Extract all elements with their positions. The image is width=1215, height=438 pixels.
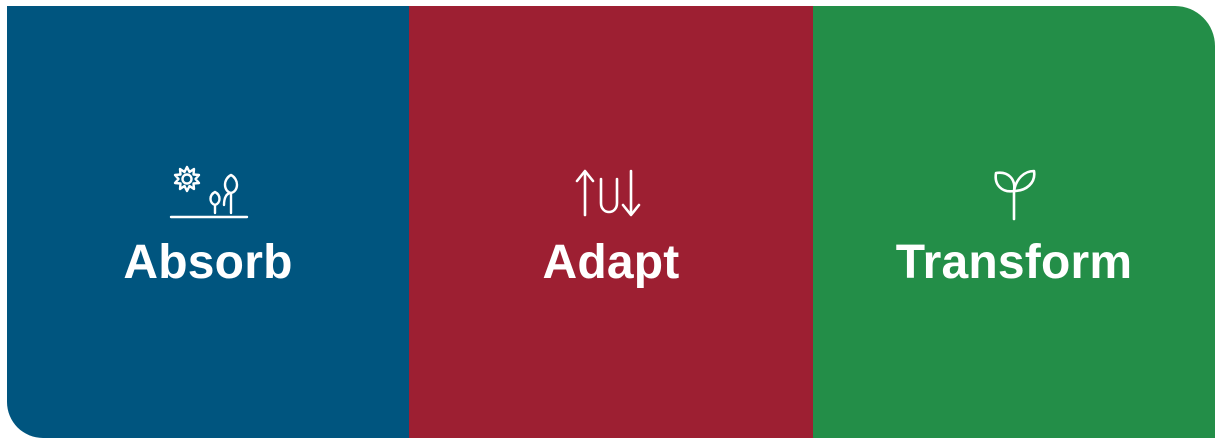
panel-label-adapt: Adapt [542, 236, 680, 289]
resilience-strip: Absorb Adapt Transform [7, 6, 1215, 438]
panel-transform: Transform [813, 6, 1215, 438]
up-down-arrows-icon [566, 161, 656, 225]
panel-absorb: Absorb [7, 6, 409, 438]
panel-label-absorb: Absorb [123, 236, 293, 289]
flower-and-plants-icon [163, 161, 253, 225]
panel-adapt: Adapt [409, 6, 813, 438]
sprout-icon [969, 161, 1059, 225]
panel-label-transform: Transform [895, 236, 1133, 289]
